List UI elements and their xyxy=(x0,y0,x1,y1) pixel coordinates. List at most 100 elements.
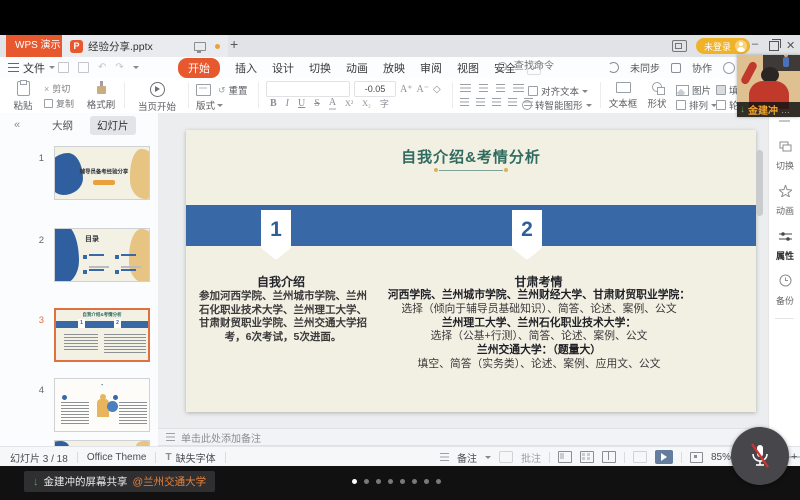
share-banner-org[interactable]: @兰州交通大学 xyxy=(133,474,207,489)
subscript-button[interactable]: X₂ xyxy=(362,99,371,108)
arrange-button[interactable]: 排列 xyxy=(676,98,717,112)
copy-icon xyxy=(44,99,53,108)
save-icon[interactable] xyxy=(58,62,69,73)
copy-button[interactable]: 复制 xyxy=(44,97,74,110)
new-tab-button[interactable]: + xyxy=(230,36,238,52)
slide-canvas[interactable]: 自我介绍&考情分析 1 2 自我介绍 参加河西学院、兰州城市学院、兰州石化职业技… xyxy=(186,130,756,412)
presenter-camera-overlay[interactable]: ↓ 金建冲 … xyxy=(737,55,800,117)
notes-bar[interactable]: 单击此处添加备注 xyxy=(158,428,768,446)
sidebar-item-transition[interactable]: 切换 xyxy=(769,139,800,172)
align-right-icon[interactable] xyxy=(492,98,501,106)
play-slideshow-button[interactable] xyxy=(655,450,673,464)
tab-review[interactable]: 审阅 xyxy=(420,60,442,76)
layout-grid-icon[interactable] xyxy=(196,84,211,96)
shapes-button[interactable]: 形状 xyxy=(644,82,670,110)
tab-view[interactable]: 视图 xyxy=(457,60,479,76)
indent-icon[interactable] xyxy=(496,84,505,92)
layout-button[interactable]: 版式 xyxy=(196,98,223,112)
font-size-select[interactable]: -0.05 xyxy=(354,81,396,97)
char-effect-button[interactable]: 字 xyxy=(380,97,389,110)
underline-button[interactable]: U xyxy=(298,98,305,109)
sidebar-item-backup[interactable]: 备份 xyxy=(769,274,800,307)
mute-microphone-button[interactable] xyxy=(731,427,789,485)
restore-button[interactable] xyxy=(769,41,779,51)
dot xyxy=(436,479,441,484)
customize-toolbar-icon[interactable] xyxy=(133,66,139,72)
slideshow-disabled-icon xyxy=(633,451,647,463)
smart-graphic-button[interactable]: 转智能图形 xyxy=(522,98,592,112)
picture-button[interactable]: 图片 xyxy=(676,83,711,97)
undo-icon[interactable]: ↶ xyxy=(98,63,106,73)
align-left-icon[interactable] xyxy=(460,98,469,106)
bullet-list-icon[interactable] xyxy=(460,84,471,92)
normal-view-icon[interactable] xyxy=(558,451,572,463)
feedback-icon[interactable] xyxy=(723,62,735,74)
minimize-button[interactable]: – xyxy=(752,38,758,50)
document-tab[interactable]: P 经验分享.pptx xyxy=(62,35,228,57)
sidebar-item-properties[interactable]: 属性 xyxy=(769,229,800,262)
missing-font-warning[interactable]: 缺失字体 xyxy=(176,450,216,465)
close-button[interactable]: ✕ xyxy=(786,39,795,52)
collaborate-button[interactable]: 协作 xyxy=(692,60,712,75)
number-list-icon[interactable] xyxy=(479,84,488,92)
wps-app-button[interactable]: WPS 演示 xyxy=(6,35,70,57)
command-search[interactable] xyxy=(498,60,586,73)
slide-thumbnail-2[interactable]: 目录 xyxy=(54,228,150,282)
line-spacing-icon[interactable] xyxy=(513,84,524,92)
chevron-down-icon xyxy=(582,90,588,96)
decrease-font-icon[interactable]: A⁻ xyxy=(417,84,430,95)
bold-button[interactable]: B xyxy=(270,98,277,109)
tab-outline[interactable]: 大纲 xyxy=(52,118,73,133)
increase-font-icon[interactable]: A⁺ xyxy=(400,84,413,95)
login-badge[interactable]: 未登录 xyxy=(696,38,750,54)
slide-thumbnail-1[interactable]: 辅导员备考经验分享 xyxy=(54,146,150,200)
notes-toggle[interactable]: 备注 xyxy=(457,450,477,465)
output-icon[interactable] xyxy=(78,62,89,73)
tab-animations[interactable]: 动画 xyxy=(346,60,368,76)
slide-thumbnail-4[interactable]: ▪ xyxy=(54,378,150,432)
tab-slides[interactable]: 幻灯片 xyxy=(90,116,136,135)
tab-transitions[interactable]: 切换 xyxy=(309,60,331,76)
comments-toggle[interactable]: 批注 xyxy=(521,450,541,465)
cut-button[interactable]: × 剪切 xyxy=(44,82,70,95)
format-painter-button[interactable]: 格式刷 xyxy=(84,82,118,111)
fit-to-window-icon[interactable] xyxy=(690,452,703,463)
align-center-icon[interactable] xyxy=(476,98,485,106)
slide-thumbnail-3-selected[interactable]: 自我介绍&考情分析 1 2 xyxy=(54,308,150,362)
text-box-button[interactable]: 文本框 xyxy=(608,82,638,110)
tab-insert[interactable]: 插入 xyxy=(235,60,257,76)
ribbon-tabs: 开始 插入 设计 切换 动画 放映 审阅 视图 安全 › xyxy=(178,57,541,78)
play-from-current-button[interactable]: 当页开始 xyxy=(131,82,183,113)
slide-sorter-view-icon[interactable] xyxy=(580,451,594,463)
strikethrough-button[interactable]: S xyxy=(314,98,320,109)
title-underline xyxy=(439,170,503,171)
zoom-in-button[interactable]: + xyxy=(791,451,797,463)
tab-home[interactable]: 开始 xyxy=(178,58,220,78)
present-mode-icon[interactable] xyxy=(672,40,687,52)
file-menu-label: 文件 xyxy=(23,60,45,76)
sidebar-item-animation[interactable]: 动画 xyxy=(769,184,800,217)
zoom-level[interactable]: 85% xyxy=(711,452,731,463)
italic-button[interactable]: I xyxy=(286,98,289,109)
clear-format-icon[interactable]: ◇ xyxy=(433,84,441,95)
vertical-scrollbar[interactable] xyxy=(756,150,763,216)
superscript-button[interactable]: X² xyxy=(345,99,353,108)
justify-icon[interactable] xyxy=(508,98,517,106)
tab-slideshow[interactable]: 放映 xyxy=(383,60,405,76)
reading-view-icon[interactable] xyxy=(602,451,616,463)
search-input[interactable] xyxy=(512,60,586,73)
reset-button[interactable]: ↺ 重置 xyxy=(218,83,248,97)
align-text-button[interactable]: 对齐文本 xyxy=(528,84,588,98)
collapse-panel-button[interactable]: « xyxy=(14,119,20,131)
font-name-select[interactable] xyxy=(266,81,350,97)
paste-button[interactable]: 粘贴 xyxy=(10,81,36,112)
thumb-number-1: 1 xyxy=(30,153,44,164)
redo-icon[interactable]: ↷ xyxy=(115,63,123,73)
font-color-button[interactable]: A xyxy=(329,97,336,110)
pin-handle[interactable] xyxy=(779,120,790,122)
thumb4-text-block xyxy=(61,402,89,426)
file-menu[interactable]: 文件 xyxy=(8,57,55,78)
theme-name[interactable]: Office Theme xyxy=(87,452,147,463)
sync-status[interactable]: 未同步 xyxy=(630,60,660,75)
tab-design[interactable]: 设计 xyxy=(272,60,294,76)
